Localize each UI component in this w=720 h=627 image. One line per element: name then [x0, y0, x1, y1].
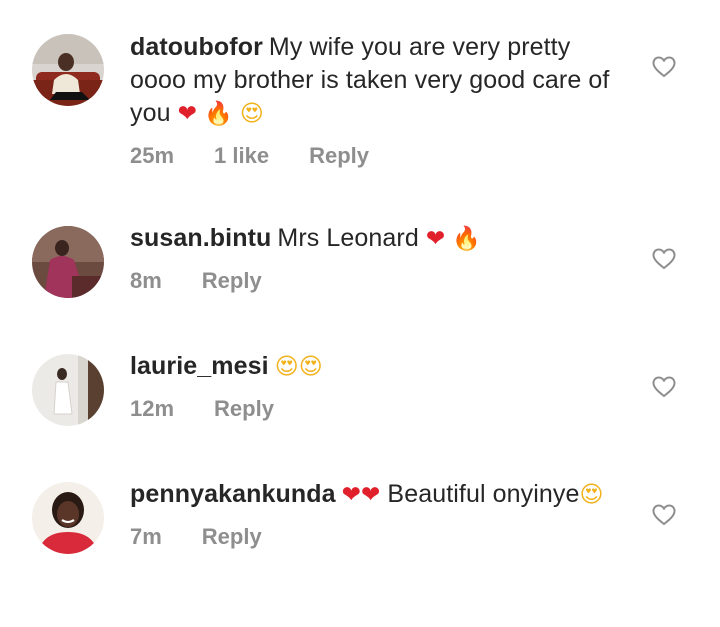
- avatar[interactable]: [32, 354, 104, 426]
- heart-eyes-emoji: 😍: [239, 101, 264, 127]
- comment-timestamp: 8m: [130, 268, 162, 293]
- fire-emoji: 🔥: [452, 226, 482, 252]
- avatar-woman-white-dress-icon: [32, 354, 104, 426]
- like-heart-icon[interactable]: [652, 376, 676, 398]
- like-heart-icon[interactable]: [652, 56, 676, 78]
- comment-meta: 25m 1 like Reply: [130, 143, 620, 169]
- comment-text: pennyakankunda ❤❤ Beautiful onyinye😍: [130, 478, 620, 512]
- heart-emoji: ❤: [425, 226, 446, 252]
- comment-username[interactable]: susan.bintu: [130, 224, 271, 252]
- avatar-woman-red-top-icon: [32, 482, 104, 554]
- heart-emoji: ❤: [341, 482, 361, 508]
- reply-button[interactable]: Reply: [309, 143, 369, 169]
- comment-username[interactable]: laurie_mesi: [130, 352, 269, 380]
- comment-text: laurie_mesi 😍😍: [130, 350, 620, 384]
- comment-meta: 12m Reply: [130, 396, 620, 422]
- comment-like-count[interactable]: 1 like: [214, 143, 269, 169]
- reply-button[interactable]: Reply: [202, 268, 262, 294]
- fire-emoji: 🔥: [204, 101, 233, 127]
- comment-timestamp: 7m: [130, 524, 162, 549]
- comment-text: datoubofor My wife you are very pretty oo…: [130, 31, 620, 131]
- comment-timestamp: 12m: [130, 396, 175, 421]
- avatar[interactable]: [32, 482, 104, 554]
- comment-body: Mrs Leonard: [277, 224, 419, 252]
- comment-meta: 8m Reply: [130, 268, 620, 294]
- avatar[interactable]: [32, 226, 104, 298]
- avatar-woman-pink-dress-icon: [32, 226, 104, 298]
- heart-eyes-emoji: 😍: [579, 482, 604, 508]
- comment-username[interactable]: datoubofor: [130, 33, 263, 61]
- reply-button[interactable]: Reply: [214, 396, 274, 422]
- comment-timestamp: 25m: [130, 143, 175, 168]
- heart-emoji: ❤: [361, 482, 381, 508]
- reply-button[interactable]: Reply: [202, 524, 262, 550]
- comment-meta: 7m Reply: [130, 524, 620, 550]
- comment-username[interactable]: pennyakankunda: [130, 480, 336, 508]
- heart-eyes-emoji: 😍: [298, 354, 323, 380]
- heart-eyes-emoji: 😍: [274, 354, 299, 380]
- like-heart-icon[interactable]: [652, 504, 676, 526]
- avatar-man-on-red-couch-icon: [32, 34, 104, 106]
- avatar[interactable]: [32, 34, 104, 106]
- like-heart-icon[interactable]: [652, 248, 676, 270]
- comment-text: susan.bintu Mrs Leonard ❤ 🔥: [130, 222, 620, 256]
- comment-body: Beautiful onyinye: [387, 480, 580, 508]
- heart-emoji: ❤: [177, 101, 198, 127]
